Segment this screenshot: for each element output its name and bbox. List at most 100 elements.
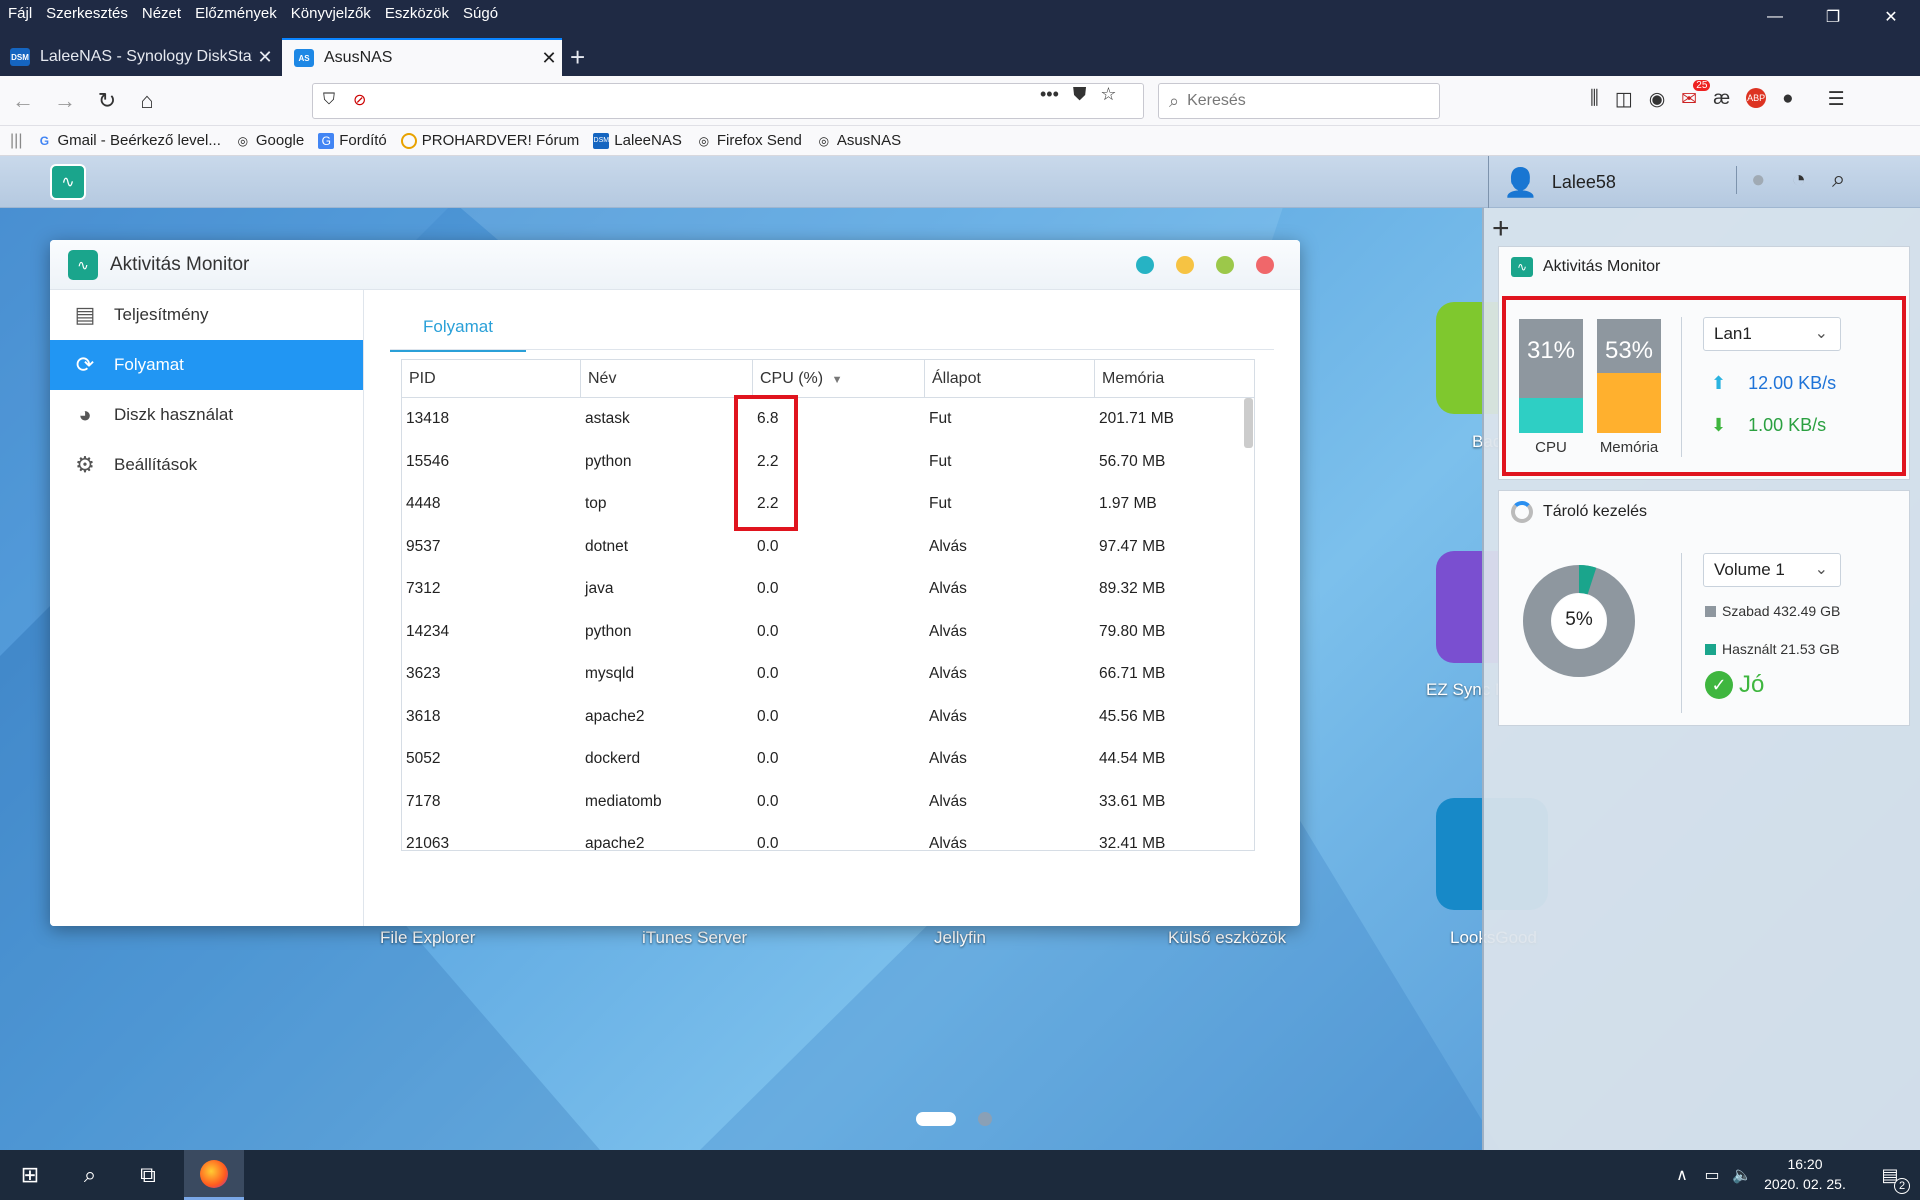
page-indicator[interactable] — [978, 1112, 992, 1126]
menu-tools[interactable]: Eszközök — [385, 5, 449, 22]
add-widget-button[interactable]: + — [1492, 212, 1510, 246]
sidebar-item-settings[interactable]: ⚙ Beállítások — [50, 440, 363, 490]
reload-button[interactable]: ↻ — [92, 86, 122, 116]
close-window-button[interactable]: ✕ — [1862, 0, 1920, 34]
widget-title: Aktivitás Monitor — [1543, 258, 1661, 275]
table-row[interactable]: 7312 java 0.0 Alvás 89.32 MB — [402, 568, 1254, 611]
maximize-window-button[interactable] — [1216, 256, 1234, 274]
mail-icon[interactable]: ✉ 25 — [1681, 80, 1711, 111]
widgets-gauge-icon[interactable]: ◔ — [1792, 166, 1807, 194]
menu-bookmarks[interactable]: Könyvjelzők — [291, 5, 371, 22]
bookmark-label: LaleeNAS — [614, 132, 682, 149]
bookmark-google[interactable]: ◎ Google — [235, 132, 305, 149]
table-row[interactable]: 4448 top 2.2 Fut 1.97 MB — [402, 483, 1254, 526]
bookmark-gmail[interactable]: G Gmail - Beérkező level... — [36, 132, 221, 149]
close-window-button[interactable] — [1256, 256, 1274, 274]
minimize-button[interactable]: — — [1746, 0, 1804, 34]
sidebar-item-performance[interactable]: ▤ Teljesítmény — [50, 290, 363, 340]
desktop-label[interactable]: iTunes Server — [642, 928, 747, 948]
more-actions-icon[interactable]: ••• — [1040, 84, 1059, 105]
tab-process[interactable]: Folyamat — [390, 308, 526, 352]
sidebar-item-disk-usage[interactable]: ◕ Diszk használat — [50, 390, 363, 440]
globe-icon: ◎ — [698, 133, 710, 148]
firefox-taskbar-icon[interactable] — [184, 1150, 244, 1200]
sidebar-icon[interactable]: ◫ — [1615, 88, 1633, 111]
table-row[interactable]: 7178 mediatomb 0.0 Alvás 33.61 MB — [402, 781, 1254, 824]
dsm-icon: DSM — [593, 132, 610, 149]
bookmark-star-icon[interactable]: ☆ — [1100, 84, 1116, 105]
search-icon[interactable]: ⌕ — [1832, 166, 1845, 194]
column-state[interactable]: Állapot — [925, 360, 1095, 398]
bookmark-prohardver[interactable]: PROHARDVER! Fórum — [400, 132, 579, 149]
menu-file[interactable]: Fájl — [8, 5, 32, 22]
notifications-icon[interactable]: ▤ 2 — [1870, 1150, 1910, 1200]
url-bar[interactable]: ⛉ ⊘ — [312, 83, 1144, 119]
table-row[interactable]: 21063 apache2 0.0 Alvás 32.41 MB — [402, 823, 1254, 850]
pocket-icon[interactable]: ⛊ — [1073, 84, 1087, 105]
windows-start-icon[interactable]: ⊞ — [0, 1150, 60, 1200]
activity-monitor-taskbar-icon[interactable]: ∿ — [50, 164, 86, 200]
desktop-label[interactable]: Jellyfin — [934, 928, 986, 948]
notification-icon[interactable]: ● — [1751, 166, 1766, 194]
window-sidebar: ▤ Teljesítmény ⟳ Folyamat ◕ Diszk haszná… — [50, 290, 364, 926]
table-row[interactable]: 9537 dotnet 0.0 Alvás 97.47 MB — [402, 526, 1254, 569]
window-header[interactable]: ∿ Aktivitás Monitor — [50, 240, 1300, 290]
table-row[interactable]: 15546 python 2.2 Fut 56.70 MB — [402, 441, 1254, 484]
cell-state: Alvás — [929, 580, 967, 597]
menu-view[interactable]: Nézet — [142, 5, 181, 22]
menu-history[interactable]: Előzmények — [195, 5, 277, 22]
account-icon[interactable]: ◉ — [1649, 88, 1666, 111]
cell-memory: 79.80 MB — [1099, 622, 1166, 640]
system-clock[interactable]: 16:20 2020. 02. 25. — [1750, 1154, 1860, 1194]
library-icon[interactable]: ⫼ — [1590, 88, 1599, 111]
help-button[interactable] — [1136, 256, 1154, 274]
home-button[interactable]: ⌂ — [132, 86, 162, 116]
column-cpu[interactable]: CPU (%) ▼ — [753, 360, 925, 398]
table-row[interactable]: 3623 mysqld 0.0 Alvás 66.71 MB — [402, 653, 1254, 696]
bookmark-label: Gmail - Beérkező level... — [57, 132, 221, 149]
extension-icon[interactable]: ● — [1782, 88, 1793, 111]
insecure-lock-icon[interactable]: ⊘ — [353, 90, 366, 110]
close-tab-icon[interactable]: ✕ — [252, 47, 278, 68]
table-row[interactable]: 14234 python 0.0 Alvás 79.80 MB — [402, 611, 1254, 654]
page-indicator-active[interactable] — [916, 1112, 956, 1126]
bookmark-asusnas[interactable]: ◎ AsusNAS — [816, 132, 901, 149]
minimize-window-button[interactable] — [1176, 256, 1194, 274]
user-menu[interactable]: 👤 Lalee58 — [1488, 156, 1616, 208]
menu-help[interactable]: Súgó — [463, 5, 498, 22]
close-tab-icon[interactable]: ✕ — [536, 48, 562, 69]
column-pid[interactable]: PID — [402, 360, 581, 398]
navigation-toolbar: ← → ↻ ⌂ ⛉ ⊘ ••• ⛊ ☆ ⌕ Keresés ⫼ ◫ ◉ ✉ 25 … — [0, 76, 1920, 126]
adblock-icon[interactable]: ABP — [1746, 88, 1767, 108]
bookmark-firefox-send[interactable]: ◎ Firefox Send — [696, 132, 802, 149]
tray-chevron-up-icon[interactable]: ∧ — [1668, 1150, 1696, 1200]
back-button[interactable]: ← — [8, 86, 38, 116]
restore-button[interactable]: ❐ — [1804, 0, 1862, 34]
sidebar-item-process[interactable]: ⟳ Folyamat — [50, 340, 363, 390]
shield-icon[interactable]: ⛉ — [323, 91, 335, 109]
tab-asusnas[interactable]: AS AsusNAS ✕ — [282, 38, 562, 76]
desktop-label[interactable]: Külső eszközök — [1168, 928, 1286, 948]
volume-select[interactable]: Volume 1 ⌄ — [1703, 553, 1841, 587]
table-row[interactable]: 5052 dockerd 0.0 Alvás 44.54 MB — [402, 738, 1254, 781]
network-icon[interactable]: ▭ — [1698, 1150, 1726, 1200]
task-view-icon[interactable]: ⧉ — [120, 1150, 176, 1200]
new-tab-button[interactable]: + — [570, 42, 585, 73]
bookmark-translate[interactable]: G Fordító — [318, 132, 387, 149]
column-memory[interactable]: Memória — [1095, 360, 1254, 398]
tab-divider — [390, 349, 1274, 350]
hamburger-menu-icon[interactable]: ☰ — [1828, 88, 1845, 111]
dsm-favicon-icon: DSM — [10, 48, 30, 66]
ae-extension-icon[interactable]: æ — [1713, 88, 1730, 111]
tab-laleenas[interactable]: DSM LaleeNAS - Synology DiskStation ✕ — [0, 38, 278, 76]
table-scrollbar[interactable] — [1244, 398, 1253, 448]
table-row[interactable]: 13418 astask 6.8 Fut 201.71 MB — [402, 398, 1254, 441]
desktop-label[interactable]: File Explorer — [380, 928, 475, 948]
menu-edit[interactable]: Szerkesztés — [46, 5, 128, 22]
column-name[interactable]: Név — [581, 360, 753, 398]
forward-button[interactable]: → — [50, 86, 80, 116]
table-row[interactable]: 3618 apache2 0.0 Alvás 45.56 MB — [402, 696, 1254, 739]
bookmark-laleenas[interactable]: DSM LaleeNAS — [593, 132, 682, 149]
search-input[interactable]: ⌕ Keresés — [1158, 83, 1440, 119]
search-icon[interactable]: ⌕ — [62, 1150, 118, 1200]
